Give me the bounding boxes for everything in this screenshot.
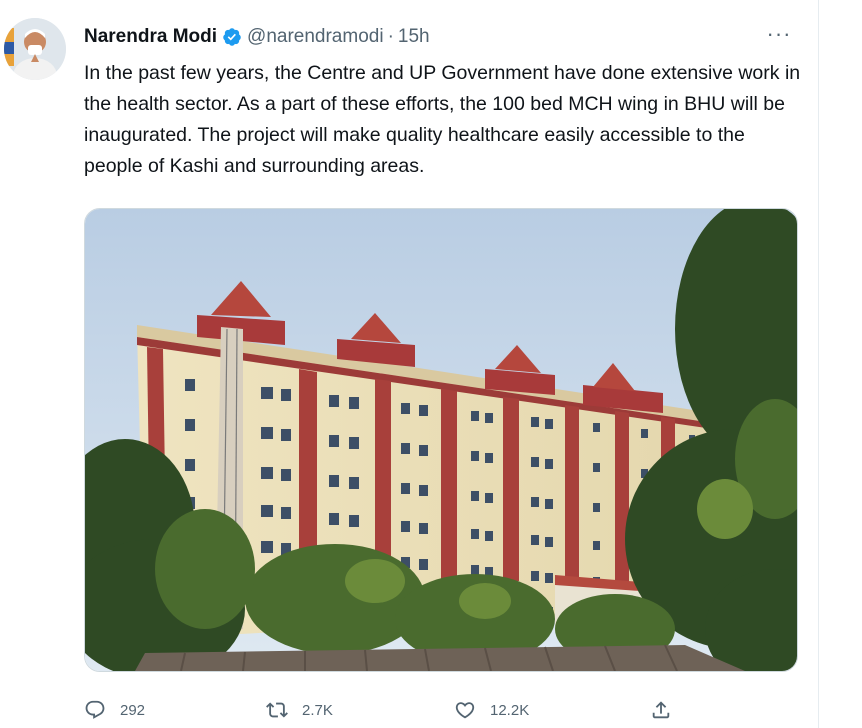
- like-button[interactable]: 12.2K: [454, 696, 529, 724]
- share-icon: [652, 701, 670, 719]
- tweet-header: Narendra Modi @narendramodi · 15h: [84, 24, 430, 50]
- verified-badge-icon: [223, 28, 241, 46]
- tweet-actions: 292 2.7K 12.2K: [84, 696, 804, 724]
- author-name[interactable]: Narendra Modi: [84, 26, 217, 48]
- reply-icon: [85, 700, 105, 719]
- separator-dot: ·: [387, 26, 394, 47]
- tweet-timestamp[interactable]: 15h: [398, 26, 430, 48]
- tweet-text: In the past few years, the Centre and UP…: [84, 62, 801, 177]
- author-handle[interactable]: @narendramodi: [247, 26, 384, 48]
- like-count: 12.2K: [490, 701, 530, 719]
- retweet-count: 2.7K: [302, 701, 333, 719]
- avatar[interactable]: [4, 18, 66, 80]
- timeline-border: [818, 0, 819, 728]
- share-button[interactable]: [650, 696, 686, 724]
- retweet-icon: [266, 702, 288, 718]
- reply-button[interactable]: 292: [84, 696, 145, 724]
- reply-count: 292: [120, 701, 146, 719]
- like-icon: [455, 702, 475, 719]
- more-options-icon[interactable]: ···: [764, 23, 794, 48]
- retweet-button[interactable]: 2.7K: [266, 696, 333, 724]
- tweet-photo[interactable]: [84, 208, 798, 672]
